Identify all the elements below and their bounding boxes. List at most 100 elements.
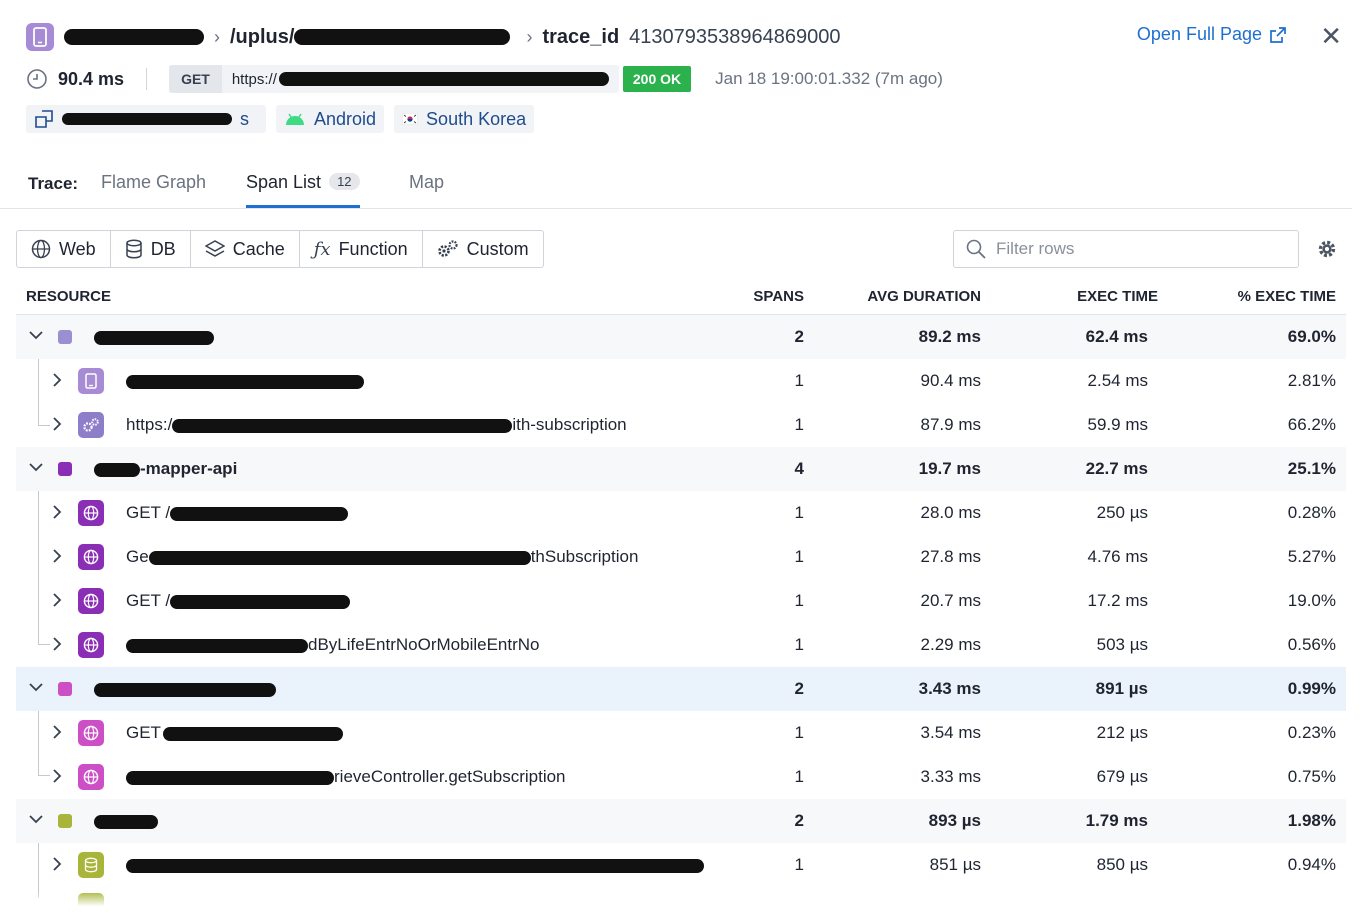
exec-time: 2.54 ms [1087,371,1148,390]
filter-web-button[interactable]: Web [17,231,111,267]
pct-exec-time: 2.81% [1287,371,1336,390]
request-url: https:// [222,71,619,88]
chevron-down-icon[interactable] [28,679,44,695]
chevron-right-icon[interactable] [50,592,64,608]
platform-chip[interactable]: Android [276,105,385,133]
open-full-page-link[interactable]: Open Full Page [1137,24,1286,45]
table-row-group[interactable]: 2 89.2 ms 62.4 ms 69.0% [16,315,1346,359]
env-tag-redacted [62,113,232,125]
table-row[interactable]: GET 1 3.54 ms 212 µs 0.23% [16,711,1346,755]
table-row[interactable]: 1 90.4 ms 2.54 ms 2.81% [16,359,1346,403]
col-resource[interactable]: RESOURCE [26,288,111,305]
chevron-right-icon[interactable] [50,372,64,388]
table-row[interactable]: https:/ ith-subscription 1 87.9 ms 59.9 m… [16,403,1346,447]
col-avg-duration[interactable]: AVG DURATION [836,288,981,305]
filter-custom-label: Custom [466,238,529,259]
trace-id-label: trace_id [542,25,620,48]
filter-custom-button[interactable]: Custom [423,231,543,267]
filter-cache-label: Cache [232,238,285,259]
globe-icon [78,764,104,790]
table-row[interactable]: rieveController.getSubscription 1 3.33 m… [16,755,1346,799]
trace-duration: 90.4 ms [58,68,125,89]
trace-summary: 90.4 ms GET https:// 200 OK Jan 18 19:00… [26,64,943,94]
avg-duration: 19.7 ms [918,459,981,478]
table-row[interactable]: GET / 1 28.0 ms 250 µs 0.28% [16,491,1346,535]
exec-time: 4.76 ms [1087,547,1148,566]
resource-name-redacted [148,550,531,565]
table-row-group[interactable]: 2 3.43 ms 891 µs 0.99% [16,667,1346,711]
col-pct-exec-time[interactable]: % EXEC TIME [1186,288,1336,305]
col-spans[interactable]: SPANS [716,288,804,305]
spans-count: 1 [794,767,804,786]
chevron-right-icon[interactable] [50,856,64,872]
gear-icon[interactable] [1316,238,1338,265]
span-type-filters: Web DB Cache ƒx Function Custom [16,230,544,268]
globe-icon [78,632,104,658]
exec-time: 62.4 ms [1085,327,1148,346]
avg-duration: 2.29 ms [920,635,981,654]
exec-time: 17.2 ms [1087,591,1148,610]
filter-db-button[interactable]: DB [111,231,191,267]
resource-name-prefix: GET / [126,591,171,610]
tab-span-list[interactable]: Span List 12 [246,172,360,208]
resource-name-redacted [162,726,343,741]
spans-count: 1 [794,591,804,610]
resource-name-redacted [126,638,308,653]
spans-count: 1 [794,371,804,390]
request-url-box[interactable]: GET https:// [169,65,619,93]
resource-name: dByLifeEntrNoOrMobileEntrNo [308,635,540,654]
pct-exec-time: 0.28% [1287,503,1336,522]
filter-rows-search[interactable] [953,230,1299,268]
resource-name-redacted [294,29,511,45]
tab-map[interactable]: Map [409,172,444,208]
pct-exec-time: 1.98% [1287,811,1336,830]
chevron-down-icon[interactable] [28,459,44,475]
resource-name: rieveController.getSubscription [334,767,566,786]
pct-exec-time: 69.0% [1287,327,1336,346]
chevron-right-icon[interactable] [50,548,64,564]
spans-count: 4 [794,459,804,478]
gears-icon [78,412,104,438]
chevron-right-icon[interactable] [50,724,64,740]
table-row[interactable]: 1 851 µs 850 µs 0.94% [16,843,1346,887]
chevron-down-icon[interactable] [28,811,44,827]
chevron-right-icon[interactable] [50,768,64,784]
country-chip[interactable]: South Korea [394,105,535,133]
table-row[interactable]: Ge thSubscription 1 27.8 ms 4.76 ms 5.27% [16,535,1346,579]
database-icon [78,852,104,878]
table-header: RESOURCE SPANS AVG DURATION EXEC TIME % … [16,280,1346,315]
table-row[interactable]: GET / 1 20.7 ms 17.2 ms 19.0% [16,579,1346,623]
pct-exec-time: 0.56% [1287,635,1336,654]
col-exec-time[interactable]: EXEC TIME [1026,288,1158,305]
table-row-group[interactable]: -mapper-api 4 19.7 ms 22.7 ms 25.1% [16,447,1346,491]
chevron-right-icon[interactable] [50,504,64,520]
globe-icon [78,588,104,614]
avg-duration: 3.54 ms [920,723,981,742]
chevron-right-icon[interactable] [50,636,64,652]
pct-exec-time: 0.99% [1287,679,1336,698]
avg-duration: 851 µs [929,855,981,874]
chevron-down-icon[interactable] [28,327,44,343]
resource-path: /uplus/ [230,25,295,48]
chevron-right-icon[interactable] [50,416,64,432]
avg-duration: 20.7 ms [920,591,981,610]
fx-icon: ƒx [313,238,331,260]
span-count-badge: 12 [329,173,360,190]
table-row-group[interactable]: 2 893 µs 1.79 ms 1.98% [16,799,1346,843]
pct-exec-time: 66.2% [1287,415,1336,434]
external-link-icon [1270,26,1286,43]
trace-tags: s Android South Korea [26,104,535,134]
close-icon[interactable]: ✕ [1320,22,1342,50]
env-tag-chip[interactable]: s [26,105,266,133]
divider [146,68,148,90]
tab-flame-graph[interactable]: Flame Graph [101,172,206,208]
filter-function-button[interactable]: ƒx Function [300,231,423,267]
pct-exec-time: 25.1% [1287,459,1336,478]
scroll-fade [0,891,1362,913]
spans-count: 1 [794,547,804,566]
service-name-redacted [94,462,140,477]
table-row[interactable]: dByLifeEntrNoOrMobileEntrNo 1 2.29 ms 50… [16,623,1346,667]
filter-cache-button[interactable]: Cache [191,231,300,267]
chevron-right-icon: › [526,26,533,47]
filter-rows-input[interactable] [994,238,1278,260]
